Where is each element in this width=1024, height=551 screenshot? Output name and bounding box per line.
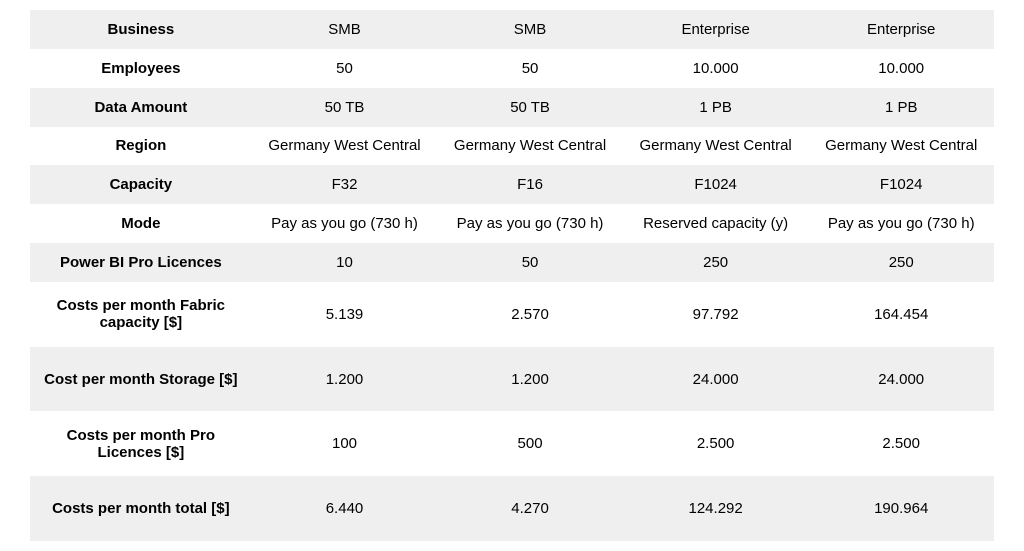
cell: 250: [623, 243, 809, 282]
table-row: Employees505010.00010.000: [30, 49, 994, 88]
cell: Enterprise: [808, 10, 994, 49]
pricing-comparison-table: BusinessSMBSMBEnterpriseEnterpriseEmploy…: [30, 10, 994, 541]
cell: 2.570: [437, 282, 623, 347]
cell: 250: [808, 243, 994, 282]
cell: 164.454: [808, 282, 994, 347]
cell: 10: [252, 243, 438, 282]
table-row: Data Amount50 TB50 TB1 PB1 PB: [30, 88, 994, 127]
row-label: Cost per month Storage [$]: [30, 347, 252, 412]
cell: 2.500: [808, 411, 994, 476]
cell: Reserved capacity (y): [623, 204, 809, 243]
table-row: Costs per month Pro Licences [$]1005002.…: [30, 411, 994, 476]
row-label: Costs per month Fabric capacity [$]: [30, 282, 252, 347]
table-row: Costs per month total [$]6.4404.270124.2…: [30, 476, 994, 541]
cell: SMB: [252, 10, 438, 49]
cell: 1.200: [437, 347, 623, 412]
cell: 10.000: [808, 49, 994, 88]
cell: 500: [437, 411, 623, 476]
row-label: Capacity: [30, 165, 252, 204]
row-label: Employees: [30, 49, 252, 88]
cell: Germany West Central: [623, 127, 809, 166]
cell: F16: [437, 165, 623, 204]
cell: 1 PB: [808, 88, 994, 127]
table-row: RegionGermany West CentralGermany West C…: [30, 127, 994, 166]
row-label: Mode: [30, 204, 252, 243]
cell: Germany West Central: [252, 127, 438, 166]
cell: 1.200: [252, 347, 438, 412]
row-label: Region: [30, 127, 252, 166]
cell: Germany West Central: [437, 127, 623, 166]
cell: 4.270: [437, 476, 623, 541]
cell: 124.292: [623, 476, 809, 541]
cell: 50: [437, 49, 623, 88]
table-row: ModePay as you go (730 h)Pay as you go (…: [30, 204, 994, 243]
table-row: BusinessSMBSMBEnterpriseEnterprise: [30, 10, 994, 49]
cell: F32: [252, 165, 438, 204]
row-label: Power BI Pro Licences: [30, 243, 252, 282]
cell: 24.000: [623, 347, 809, 412]
cell: Enterprise: [623, 10, 809, 49]
cell: 5.139: [252, 282, 438, 347]
cell: F1024: [808, 165, 994, 204]
cell: SMB: [437, 10, 623, 49]
cell: 10.000: [623, 49, 809, 88]
cell: F1024: [623, 165, 809, 204]
cell: 190.964: [808, 476, 994, 541]
table-row: Costs per month Fabric capacity [$]5.139…: [30, 282, 994, 347]
row-label: Costs per month total [$]: [30, 476, 252, 541]
cell: 24.000: [808, 347, 994, 412]
cell: 100: [252, 411, 438, 476]
cell: Pay as you go (730 h): [252, 204, 438, 243]
cell: 97.792: [623, 282, 809, 347]
cell: Pay as you go (730 h): [437, 204, 623, 243]
cell: 6.440: [252, 476, 438, 541]
cell: Germany West Central: [808, 127, 994, 166]
row-label: Business: [30, 10, 252, 49]
table-row: Power BI Pro Licences1050250250: [30, 243, 994, 282]
table-row: CapacityF32F16F1024F1024: [30, 165, 994, 204]
cell: 50: [437, 243, 623, 282]
cell: 2.500: [623, 411, 809, 476]
cell: 50: [252, 49, 438, 88]
row-label: Data Amount: [30, 88, 252, 127]
row-label: Costs per month Pro Licences [$]: [30, 411, 252, 476]
table-row: Cost per month Storage [$]1.2001.20024.0…: [30, 347, 994, 412]
pricing-comparison-wrapper: BusinessSMBSMBEnterpriseEnterpriseEmploy…: [0, 0, 1024, 551]
cell: 50 TB: [437, 88, 623, 127]
cell: 50 TB: [252, 88, 438, 127]
cell: 1 PB: [623, 88, 809, 127]
cell: Pay as you go (730 h): [808, 204, 994, 243]
